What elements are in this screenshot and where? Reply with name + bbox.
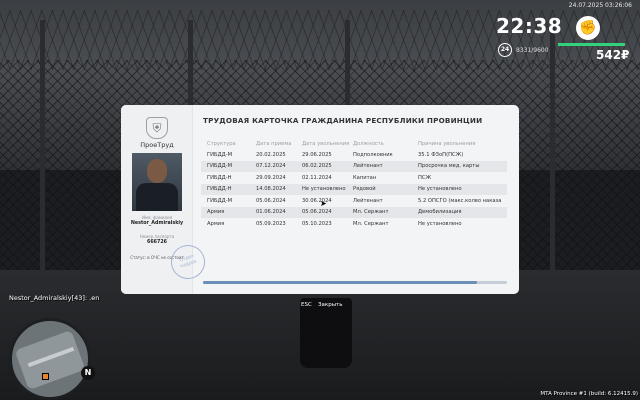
- table-cell: ГИБДД-Н: [207, 186, 232, 193]
- table-row: ГИБДД-М 20.02.2025 29.06.2025 Подполковник 3…: [201, 149, 507, 161]
- col-reason: Причина увольнения: [418, 141, 476, 147]
- table-cell: ПСЖ: [418, 174, 432, 181]
- hud-clock: 22:38: [496, 14, 563, 38]
- table-cell: Капитан: [353, 174, 377, 181]
- fence-post: [550, 20, 555, 280]
- xp-counter: 8331/9600: [516, 47, 549, 54]
- player-nametag: Nestor_Admiralskiy[43]: .en: [9, 294, 100, 302]
- table-cell: ГИБДД-М: [207, 151, 233, 158]
- table-row: ГИБДД-М 07.12.2024 06.02.2025 Лейтенант Прос…: [201, 160, 507, 172]
- minimap: [9, 318, 91, 400]
- name-value: Nestor_Admiralskiy: [130, 221, 184, 226]
- photo-head: [147, 159, 167, 183]
- table-row: ГИБДД-М 05.06.2024 30.06.2024 Лейтенант 5.2 …: [201, 195, 507, 207]
- table-cell: 05.10.2023: [302, 220, 332, 227]
- table-cell: Демобилизация: [418, 209, 462, 216]
- name-label: Имя, фамилия: [141, 215, 172, 220]
- org-name: ПроеТруд: [140, 141, 174, 149]
- table-cell: 29.09.2024: [256, 174, 286, 181]
- col-hire-date: Дата приема: [256, 141, 292, 147]
- table-cell: 5.2 ОПСГО (макс.колво наказа: [418, 197, 502, 204]
- table-cell: Рядовой: [353, 186, 376, 193]
- table-cell: 30.06.2024: [302, 197, 332, 204]
- employment-table: Структура Дата приема Дата увольнения До…: [201, 139, 507, 230]
- table-cell: ГИБДД-М: [207, 197, 233, 204]
- table-cell: Лейтенант: [353, 197, 383, 204]
- build-info: MTA Province #1 (build: 6.12415.9): [540, 391, 638, 397]
- table-cell: ГИБДД-М: [207, 163, 233, 170]
- table-cell: 02.11.2024: [302, 174, 332, 181]
- col-position: Должность: [353, 141, 384, 147]
- table-cell: Не установлено: [418, 220, 462, 227]
- fist-icon: ✊: [576, 16, 600, 40]
- table-cell: Мл. Сержант: [353, 209, 389, 216]
- table-row: ГИБДД-Н 14.08.2024 Не установлено Рядовой Не…: [201, 183, 507, 195]
- id-label: Номер паспорта: [139, 234, 175, 239]
- horizontal-scrollbar[interactable]: [203, 281, 507, 284]
- table-cell: Не установлено: [302, 186, 346, 193]
- table-cell: 07.12.2024: [256, 163, 286, 170]
- table-cell: 06.02.2025: [302, 163, 332, 170]
- table-cell: 20.02.2025: [256, 151, 286, 158]
- emblem-icon: ⛨: [146, 117, 168, 139]
- table-cell: 01.06.2024: [256, 209, 286, 216]
- esc-key[interactable]: ESC: [301, 302, 312, 308]
- player-marker-icon: [42, 373, 49, 380]
- minimap-land: [14, 330, 86, 390]
- table-cell: 29.06.2025: [302, 151, 332, 158]
- health-bar-fill: [558, 43, 626, 46]
- player-character: [300, 298, 352, 368]
- table-cell: 05.06.2024: [302, 209, 332, 216]
- level-badge: 24: [498, 43, 512, 57]
- table-header: Структура Дата приема Дата увольнения До…: [201, 139, 507, 149]
- table-cell: Армия: [207, 209, 225, 216]
- mouse-cursor-icon: ➤: [320, 199, 327, 208]
- health-bar: [558, 43, 628, 46]
- table-row: ГИБДД-Н 29.09.2024 02.11.2024 Капитан ПСЖ: [201, 172, 507, 184]
- table-cell: Подполковник: [353, 151, 393, 158]
- table-row: Армия 05.09.2023 05.10.2023 Мл. Сержант Не у…: [201, 218, 507, 230]
- table-cell: ГИБДД-Н: [207, 174, 232, 181]
- photo-body: [136, 183, 178, 211]
- table-cell: Мл. Сержант: [353, 220, 389, 227]
- card-title: ТРУДОВАЯ КАРТОЧКА ГРАЖДАНИНА РЕСПУБЛИКИ …: [203, 116, 483, 125]
- table-cell: 35.1 ФЗоП(ПСЖ): [418, 151, 464, 158]
- table-cell: 14.08.2024: [256, 186, 286, 193]
- table-row: Армия 01.06.2024 05.06.2024 Мл. Сержант Демо…: [201, 206, 507, 218]
- table-cell: Лейтенант: [353, 163, 383, 170]
- table-cell: Просрочка мед. карты: [418, 163, 480, 170]
- col-structure: Структура: [207, 141, 236, 147]
- close-button[interactable]: Закрыть: [318, 302, 343, 308]
- north-icon: N: [81, 366, 95, 380]
- scrollbar-thumb[interactable]: [203, 281, 477, 284]
- hud-datetime: 24.07.2025 03:26:06: [568, 2, 632, 9]
- col-fire-date: Дата увольнения: [302, 141, 350, 147]
- fence-post: [40, 20, 45, 280]
- table-cell: Армия: [207, 220, 225, 227]
- table-cell: Не установлено: [418, 186, 462, 193]
- table-cell: 05.09.2023: [256, 220, 286, 227]
- citizen-photo: [132, 153, 182, 211]
- id-value: 666726: [146, 240, 168, 245]
- table-cell: 05.06.2024: [256, 197, 286, 204]
- money-display: 542₽: [596, 48, 630, 62]
